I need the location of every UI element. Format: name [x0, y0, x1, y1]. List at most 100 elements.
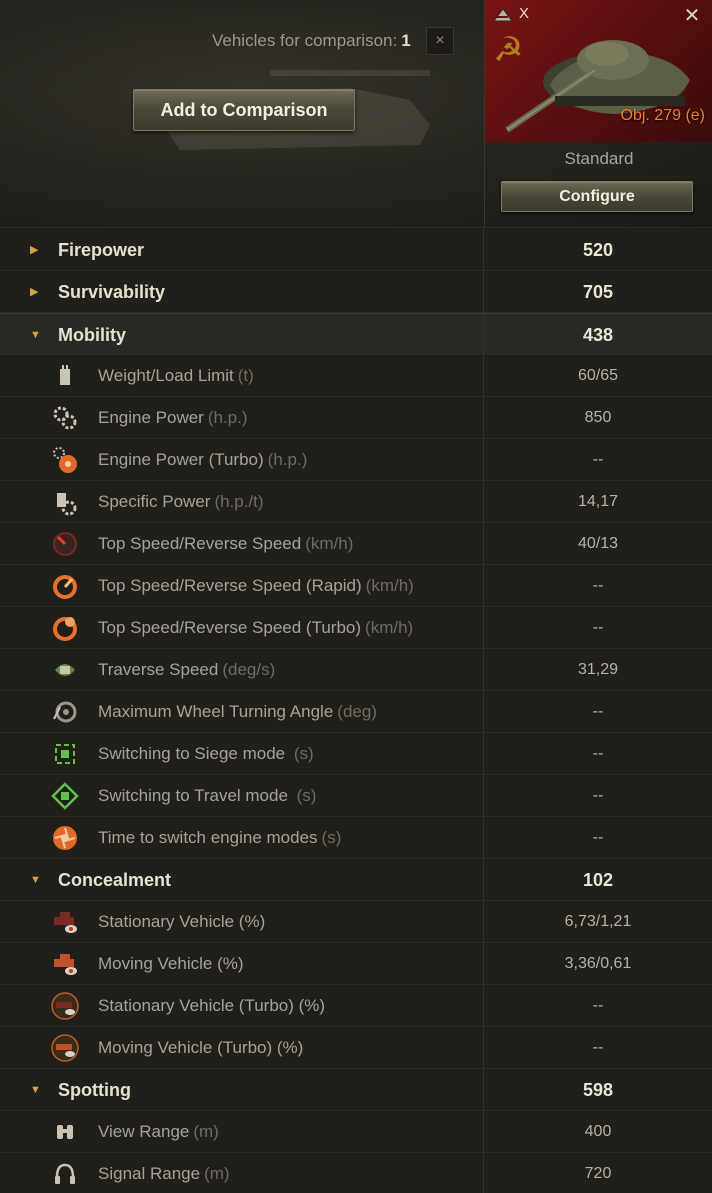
chevron-right-icon: ▶: [30, 286, 39, 298]
vehicles-count-text: Vehicles for comparison:: [212, 31, 398, 50]
specific-power-icon: [50, 487, 80, 517]
wheel-angle-icon: [50, 697, 80, 727]
param-label: Specific Power (h.p./t): [98, 492, 264, 511]
category-label: Survivability: [58, 282, 166, 302]
close-icon[interactable]: ✕: [681, 5, 703, 27]
stationary-turbo-camo-icon: [50, 991, 80, 1021]
param-label: View Range (m): [98, 1122, 219, 1141]
param-label: Switching to Travel mode (s): [98, 786, 317, 805]
speed-rapid-icon: [50, 571, 80, 601]
param-label: Stationary Vehicle (Turbo) (%): [98, 996, 326, 1015]
param-value: --: [592, 997, 604, 1014]
param-row: Signal Range (m) 720: [0, 1153, 712, 1193]
param-label: Time to switch engine modes (s): [98, 828, 342, 847]
tier-label: X: [519, 5, 530, 22]
traverse-icon: [50, 655, 80, 685]
param-value: 60/65: [577, 367, 619, 384]
chevron-down-icon: ▼: [30, 329, 41, 341]
param-value: 14,17: [577, 493, 619, 510]
param-label: Engine Power (Turbo) (h.p.): [98, 450, 308, 469]
param-label: Traverse Speed (deg/s): [98, 660, 276, 679]
param-row: Time to switch engine modes (s) --: [0, 817, 712, 859]
tier-badge-icon: [493, 8, 513, 22]
param-label: Top Speed/Reverse Speed (km/h): [98, 534, 354, 553]
param-value: --: [592, 745, 604, 762]
param-value: --: [592, 1039, 604, 1056]
category-value: 520: [582, 240, 614, 260]
param-value: --: [592, 829, 604, 846]
vehicles-count-label: Vehicles for comparison: 1: [212, 31, 411, 51]
add-to-comparison-button[interactable]: Add to Comparison: [133, 89, 355, 131]
engine-mode-icon: [50, 823, 80, 853]
param-row: Stationary Vehicle (Turbo) (%) --: [0, 985, 712, 1027]
category-value: 598: [582, 1080, 614, 1100]
param-row: Maximum Wheel Turning Angle (deg) --: [0, 691, 712, 733]
clear-comparison-button[interactable]: ×: [426, 27, 454, 55]
param-value: 40/13: [577, 535, 619, 552]
vehicles-count-value: 1: [401, 31, 411, 50]
param-row: View Range (m) 400: [0, 1111, 712, 1153]
param-row: Engine Power (Turbo) (h.p.) --: [0, 439, 712, 481]
param-row: Stationary Vehicle (%) 6,73/1,21: [0, 901, 712, 943]
param-row: Weight/Load Limit (t) 60/65: [0, 355, 712, 397]
param-label: Switching to Siege mode (s): [98, 744, 314, 763]
vehicle-card: ☭ X ✕ Obj. 279 (e) Standard Configure: [484, 0, 712, 228]
param-row: Moving Vehicle (Turbo) (%) --: [0, 1027, 712, 1069]
param-row: Moving Vehicle (%) 3,36/0,61: [0, 943, 712, 985]
param-row: Engine Power (h.p.) 850: [0, 397, 712, 439]
param-value: --: [592, 619, 604, 636]
moving-turbo-camo-icon: [50, 1033, 80, 1063]
param-label: Signal Range (m): [98, 1164, 230, 1183]
category-label: Spotting: [58, 1080, 131, 1100]
param-label: Moving Vehicle (Turbo) (%): [98, 1038, 304, 1057]
configure-button[interactable]: Configure: [501, 181, 693, 212]
binoculars-icon: [50, 1117, 80, 1147]
category-label: Firepower: [58, 240, 145, 260]
param-value: 3,36/0,61: [564, 955, 632, 972]
param-value: 31,29: [577, 661, 619, 678]
category-value: 705: [582, 282, 614, 302]
param-label: Engine Power (h.p.): [98, 408, 248, 427]
param-value: 850: [584, 409, 612, 426]
category-label: Concealment: [58, 870, 172, 890]
weight-icon: [50, 361, 80, 391]
configuration-label: Standard: [564, 149, 634, 168]
category-value: 102: [582, 870, 614, 890]
param-row: Switching to Travel mode (s) --: [0, 775, 712, 817]
chevron-down-icon: ▼: [30, 874, 41, 886]
param-value: 6,73/1,21: [564, 913, 632, 930]
vehicle-image: ☭ X ✕ Obj. 279 (e): [485, 0, 712, 142]
param-value: --: [592, 451, 604, 468]
category-survivability[interactable]: ▶ Survivability 705: [0, 271, 712, 313]
category-value: 438: [582, 325, 614, 345]
engine-turbo-icon: [50, 445, 80, 475]
param-row: Specific Power (h.p./t) 14,17: [0, 481, 712, 523]
param-value: --: [592, 577, 604, 594]
param-label: Stationary Vehicle (%): [98, 912, 266, 931]
engine-power-icon: [50, 403, 80, 433]
vehicle-name: Obj. 279 (e): [620, 107, 705, 124]
category-concealment[interactable]: ▼ Concealment 102: [0, 859, 712, 901]
param-label: Maximum Wheel Turning Angle (deg): [98, 702, 377, 721]
category-label: Mobility: [58, 325, 126, 345]
category-mobility[interactable]: ▼ Mobility 438: [0, 313, 712, 355]
param-row: Traverse Speed (deg/s) 31,29: [0, 649, 712, 691]
param-row: Switching to Siege mode (s) --: [0, 733, 712, 775]
param-value: --: [592, 787, 604, 804]
param-row: Top Speed/Reverse Speed (Rapid) (km/h) --: [0, 565, 712, 607]
speed-turbo-icon: [50, 613, 80, 643]
stationary-camo-icon: [50, 907, 80, 937]
param-row: Top Speed/Reverse Speed (Turbo) (km/h) --: [0, 607, 712, 649]
speed-icon: [50, 529, 80, 559]
chevron-down-icon: ▼: [30, 1084, 41, 1096]
chevron-right-icon: ▶: [30, 244, 39, 256]
param-label: Top Speed/Reverse Speed (Turbo) (km/h): [98, 618, 414, 637]
category-spotting[interactable]: ▼ Spotting 598: [0, 1069, 712, 1111]
category-firepower[interactable]: ▶ Firepower 520: [0, 229, 712, 271]
siege-mode-icon: [50, 739, 80, 769]
param-label: Weight/Load Limit (t): [98, 366, 254, 385]
param-row: Top Speed/Reverse Speed (km/h) 40/13: [0, 523, 712, 565]
param-value: 720: [584, 1165, 612, 1182]
travel-mode-icon: [50, 781, 80, 811]
param-label: Moving Vehicle (%): [98, 954, 244, 973]
